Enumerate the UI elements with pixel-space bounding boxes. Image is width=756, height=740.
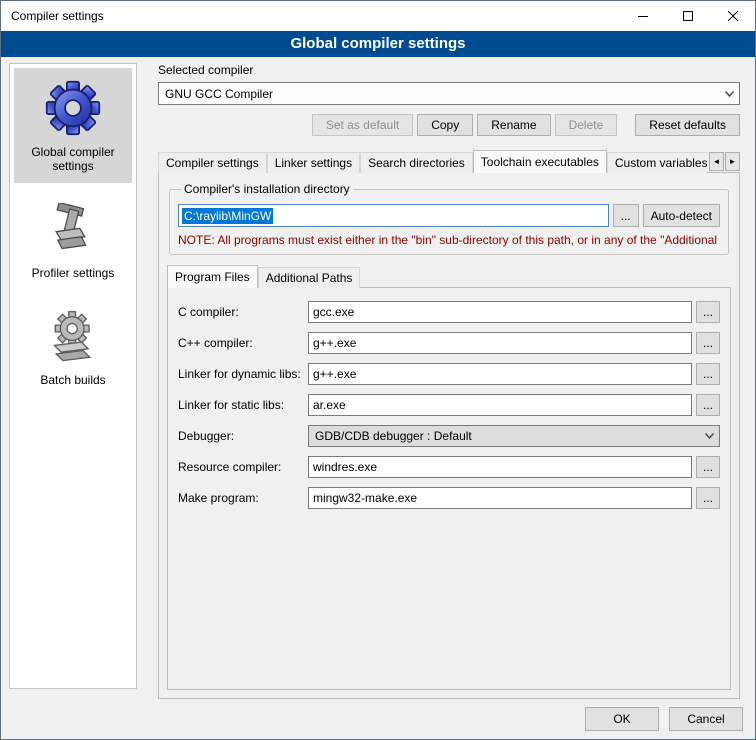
c-compiler-browse-button[interactable]: ... [696,301,720,323]
dynamic-linker-label: Linker for dynamic libs: [178,367,308,381]
maximize-icon [683,11,693,21]
make-program-browse-button[interactable]: ... [696,487,720,509]
tab-toolchain-executables[interactable]: Toolchain executables [473,150,607,173]
selected-compiler-label: Selected compiler [158,63,740,77]
tab-scroll-left-icon[interactable]: ◄ [709,152,724,171]
tab-search-directories[interactable]: Search directories [360,152,473,173]
installation-directory-group: Compiler's installation directory C:\ray… [169,182,729,255]
tab-program-files[interactable]: Program Files [167,265,258,288]
resource-compiler-row: Resource compiler: ... [178,456,720,478]
dynamic-linker-browse-button[interactable]: ... [696,363,720,385]
static-linker-browse-button[interactable]: ... [696,394,720,416]
page-title: Global compiler settings [1,31,755,57]
installation-directory-row: C:\raylib\MinGW ... Auto-detect [178,204,720,227]
titlebar[interactable]: Compiler settings [1,1,755,31]
sidebar-item-label: Global compiler settings [16,145,130,173]
selected-compiler-combobox[interactable]: GNU GCC Compiler [158,82,740,105]
resource-compiler-browse-button[interactable]: ... [696,456,720,478]
reset-defaults-button[interactable]: Reset defaults [635,114,740,136]
window-controls [620,1,755,31]
cpp-compiler-label: C++ compiler: [178,336,308,350]
debugger-combobox[interactable]: GDB/CDB debugger : Default [308,425,720,447]
note-text: NOTE: All programs must exist either in … [178,233,720,247]
profiler-icon [46,203,100,257]
cpp-compiler-input[interactable] [308,332,692,354]
dynamic-linker-input[interactable] [308,363,692,385]
tab-scroll-buttons: ◄ ► [709,152,740,173]
auto-detect-button[interactable]: Auto-detect [643,204,720,227]
sidebar: Global compiler settings Profiler settin… [9,63,137,689]
toolchain-executables-page: Compiler's installation directory C:\ray… [158,172,740,699]
batch-builds-icon [46,310,100,364]
close-button[interactable] [710,1,755,31]
sidebar-item-global-compiler-settings[interactable]: Global compiler settings [14,68,132,183]
cpp-compiler-row: C++ compiler: ... [178,332,720,354]
tab-compiler-settings[interactable]: Compiler settings [158,152,267,173]
installation-directory-label: Compiler's installation directory [181,182,353,196]
dialog-body: Global compiler settings Profiler settin… [1,57,755,739]
c-compiler-input[interactable] [308,301,692,323]
close-icon [728,11,738,21]
sidebar-item-label: Profiler settings [32,266,115,280]
resource-compiler-input[interactable] [308,456,692,478]
set-as-default-button: Set as default [312,114,413,136]
maximize-button[interactable] [665,1,710,31]
tab-linker-settings[interactable]: Linker settings [267,152,360,173]
tab-additional-paths[interactable]: Additional Paths [258,267,361,288]
ok-button[interactable]: OK [585,707,659,731]
installation-directory-value: C:\raylib\MinGW [182,208,273,224]
dropdown-arrow-icon [719,83,739,104]
sidebar-item-profiler-settings[interactable]: Profiler settings [14,191,132,290]
delete-button: Delete [555,114,618,136]
dynamic-linker-row: Linker for dynamic libs: ... [178,363,720,385]
compiler-buttons-row: Set as default Copy Rename Delete Reset … [158,114,740,136]
copy-button[interactable]: Copy [417,114,473,136]
compiler-settings-window: Compiler settings Global compiler settin… [0,0,756,740]
programs-tabstrip: Program Files Additional Paths [167,266,731,288]
tab-custom-variables[interactable]: Custom variables [607,152,707,173]
rename-button[interactable]: Rename [477,114,550,136]
window-title: Compiler settings [1,9,104,23]
make-program-input[interactable] [308,487,692,509]
debugger-value: GDB/CDB debugger : Default [315,429,472,443]
dialog-footer: OK Cancel [585,707,743,731]
c-compiler-row: C compiler: ... [178,301,720,323]
cpp-compiler-browse-button[interactable]: ... [696,332,720,354]
selected-compiler-value: GNU GCC Compiler [165,87,273,101]
program-files-panel: C compiler: ... C++ compiler: ... Linker… [167,287,731,690]
static-linker-label: Linker for static libs: [178,398,308,412]
dropdown-arrow-icon [699,426,719,446]
make-program-row: Make program: ... [178,487,720,509]
static-linker-input[interactable] [308,394,692,416]
resource-compiler-label: Resource compiler: [178,460,308,474]
sidebar-item-batch-builds[interactable]: Batch builds [14,298,132,397]
browse-directory-button[interactable]: ... [613,204,639,227]
debugger-label: Debugger: [178,429,308,443]
installation-directory-input[interactable]: C:\raylib\MinGW [178,204,609,227]
cancel-button[interactable]: Cancel [669,707,743,731]
minimize-icon [638,11,648,21]
sidebar-item-label: Batch builds [40,373,105,387]
debugger-row: Debugger: GDB/CDB debugger : Default [178,425,720,447]
make-program-label: Make program: [178,491,308,505]
settings-tabstrip: Compiler settings Linker settings Search… [158,150,740,173]
static-linker-row: Linker for static libs: ... [178,394,720,416]
minimize-button[interactable] [620,1,665,31]
c-compiler-label: C compiler: [178,305,308,319]
tab-scroll-right-icon[interactable]: ► [725,152,740,171]
gear-icon [45,80,101,136]
main-content: Selected compiler GNU GCC Compiler Set a… [158,63,740,699]
tabs-scroll-area: Compiler settings Linker settings Search… [158,150,707,173]
